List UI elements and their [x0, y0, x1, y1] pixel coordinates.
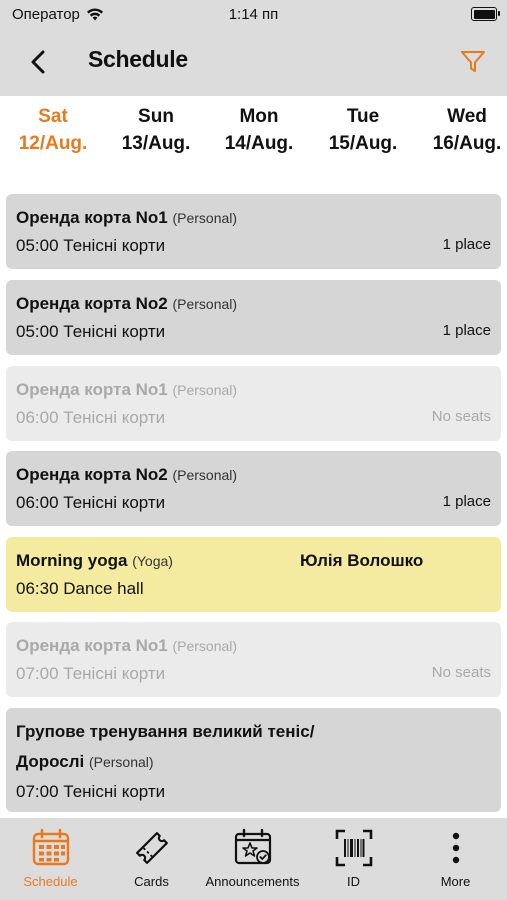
filter-button[interactable]: [455, 44, 491, 80]
day-name: Sun: [138, 106, 174, 127]
tab-id[interactable]: ID: [303, 818, 404, 900]
tab-label: Announcements: [205, 874, 300, 889]
class-title: Оренда корта No2 (Personal): [16, 294, 237, 314]
class-kind: (Personal): [172, 296, 238, 312]
day-selector: Sat 12/Aug. Sun 13/Aug. Mon 14/Aug. Tue …: [0, 96, 507, 182]
class-seats: 1 place: [442, 236, 491, 253]
day-sat[interactable]: Sat 12/Aug.: [3, 104, 103, 158]
chevron-left-icon: [31, 50, 45, 74]
tab-label: More: [440, 874, 471, 889]
battery-icon: [471, 7, 500, 21]
class-name: Оренда корта No2: [16, 465, 168, 484]
tab-announcements[interactable]: Announcements: [202, 818, 303, 900]
class-name: Morning yoga: [16, 551, 128, 570]
top-area: Оператор 1:14 пп Schedule: [0, 0, 507, 96]
day-tue[interactable]: Tue 15/Aug.: [313, 104, 413, 158]
class-title-line2: Дорослі (Personal): [16, 752, 154, 772]
class-title: Оренда корта No1 (Personal): [16, 636, 237, 656]
ticket-icon: [130, 826, 174, 870]
class-kind: (Personal): [172, 382, 238, 398]
class-time: 06:30 Dance hall: [16, 579, 144, 598]
day-date: 14/Aug.: [224, 133, 294, 154]
class-time: 07:00 Тенісні корти: [16, 664, 166, 683]
page-title: Schedule: [88, 46, 188, 72]
class-kind: (Personal): [172, 210, 238, 226]
class-name: Оренда корта No1: [16, 208, 168, 227]
navigation-bar: Schedule: [0, 30, 507, 96]
class-kind: (Personal): [172, 638, 238, 654]
day-name: Wed: [447, 106, 487, 127]
class-title-line1: Групове тренування великий теніс/: [16, 722, 315, 741]
calendar-icon: [29, 826, 73, 870]
class-seats: No seats: [431, 408, 491, 425]
class-name: Оренда корта No1: [16, 380, 168, 399]
day-sun[interactable]: Sun 13/Aug.: [106, 104, 206, 158]
tab-cards[interactable]: Cards: [101, 818, 202, 900]
class-trainer: Юлія Волошко: [300, 551, 424, 570]
day-mon[interactable]: Mon 14/Aug.: [209, 104, 309, 158]
class-list: Оренда корта No1 (Personal) 05:00 Тенісн…: [0, 182, 507, 818]
tab-bar: Schedule Cards Announcements ID More: [0, 818, 507, 900]
class-seats: 1 place: [442, 322, 491, 339]
day-name: Mon: [239, 106, 279, 127]
class-title: Оренда корта No1 (Personal): [16, 208, 237, 228]
day-name: Sat: [38, 106, 68, 127]
class-seats: 1 place: [442, 493, 491, 510]
class-seats: No seats: [431, 664, 491, 681]
class-kind: (Personal): [88, 754, 154, 770]
class-kind: (Yoga): [132, 553, 173, 569]
class-card-unavailable: Оренда корта No1 (Personal) 06:00 Тенісн…: [6, 366, 501, 441]
class-title: Оренда корта No1 (Personal): [16, 380, 237, 400]
announcement-calendar-icon: [231, 826, 275, 870]
day-date: 16/Aug.: [432, 133, 502, 154]
more-vertical-icon: [434, 826, 478, 870]
class-card[interactable]: Групове тренування великий теніс/ Доросл…: [6, 708, 501, 812]
status-bar: Оператор 1:14 пп: [0, 0, 507, 30]
tab-label: ID: [347, 874, 360, 889]
class-time: 05:00 Тенісні корти: [16, 236, 166, 255]
day-date: 12/Aug.: [18, 133, 88, 154]
class-time: 06:00 Тенісні корти: [16, 493, 166, 512]
back-button[interactable]: [20, 44, 56, 80]
class-name: Оренда корта No1: [16, 636, 168, 655]
day-date: 13/Aug.: [121, 133, 191, 154]
class-card[interactable]: Оренда корта No1 (Personal) 05:00 Тенісн…: [6, 194, 501, 269]
class-time: 06:00 Тенісні корти: [16, 408, 166, 427]
class-card[interactable]: Оренда корта No2 (Personal) 05:00 Тенісн…: [6, 280, 501, 355]
class-card-booked[interactable]: Morning yoga (Yoga) Юлія Волошко 06:30 D…: [6, 537, 501, 612]
status-time: 1:14 пп: [228, 6, 279, 23]
class-time: 05:00 Тенісні корти: [16, 322, 166, 341]
day-wed[interactable]: Wed 16/Aug.: [417, 104, 507, 158]
tab-schedule[interactable]: Schedule: [0, 818, 101, 900]
class-card-unavailable: Оренда корта No1 (Personal) 07:00 Тенісн…: [6, 622, 501, 697]
class-title: Оренда корта No2 (Personal): [16, 465, 237, 485]
tab-more[interactable]: More: [404, 818, 507, 900]
class-card[interactable]: Оренда корта No2 (Personal) 06:00 Тенісн…: [6, 451, 501, 526]
class-time: 07:00 Тенісні корти: [16, 782, 166, 801]
tab-label: Schedule: [23, 874, 78, 889]
class-name: Оренда корта No2: [16, 294, 168, 313]
filter-icon: [461, 51, 485, 72]
day-name: Tue: [346, 106, 380, 127]
tab-label: Cards: [134, 874, 169, 889]
barcode-scan-icon: [332, 826, 376, 870]
class-title: Morning yoga (Yoga): [16, 551, 173, 571]
day-date: 15/Aug.: [328, 133, 398, 154]
class-name: Дорослі: [16, 752, 85, 771]
class-kind: (Personal): [172, 467, 238, 483]
